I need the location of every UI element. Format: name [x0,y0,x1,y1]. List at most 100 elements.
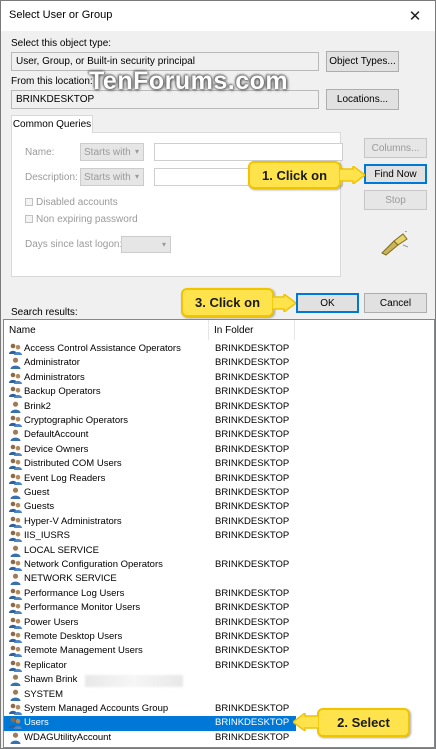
row-name: Distributed COM Users [24,458,122,470]
table-row[interactable]: Performance Log Users BRINKDESKTOP [4,587,296,601]
row-folder: BRINKDESKTOP [215,443,290,455]
name-query-input[interactable] [154,143,343,161]
row-folder: BRINKDESKTOP [215,472,290,484]
search-flashlight-icon [381,231,409,256]
find-now-button[interactable]: Find Now [364,164,427,184]
step2-callout: 2. Select [317,708,410,737]
locations-button[interactable]: Locations... [326,89,399,110]
table-row[interactable]: LOCAL SERVICE [4,544,296,558]
row-folder: BRINKDESKTOP [215,501,290,513]
row-name: Performance Log Users [24,587,125,599]
table-row[interactable]: IIS_IUSRS BRINKDESKTOP [4,529,296,543]
row-name: Backup Operators [24,386,101,398]
row-name: Cryptographic Operators [24,415,129,426]
row-folder: BRINKDESKTOP [215,487,290,498]
row-name: NETWORK SERVICE [24,573,117,585]
table-row[interactable]: Administrators BRINKDESKTOP [4,371,296,385]
group-icon [9,660,22,672]
row-folder: BRINKDESKTOP [215,659,290,671]
title-bar[interactable]: Select User or Group ✕ [1,1,435,31]
row-folder: BRINKDESKTOP [215,717,290,729]
columns-button[interactable]: Columns... [364,138,427,158]
table-row[interactable]: NETWORK SERVICE [4,572,296,586]
row-name: Network Configuration Operators [24,559,163,570]
user-icon [9,674,22,687]
table-row[interactable]: Event Log Readers BRINKDESKTOP [4,472,296,486]
group-icon [9,559,22,571]
user-icon [9,401,22,413]
row-name: Brink2 [24,400,51,412]
group-icon [9,631,22,643]
table-row[interactable]: Access Control Assistance Operators BRINK… [4,342,296,356]
row-name: Replicator [24,659,67,671]
column-header-in-folder[interactable]: In Folder [209,320,295,340]
window-title: Select User or Group [9,9,113,21]
description-query-label: Description: [25,172,78,183]
object-types-button[interactable]: Object Types... [326,51,399,72]
table-row[interactable]: Cryptographic Operators BRINKDESKTOP [4,414,296,428]
row-folder: BRINKDESKTOP [215,458,290,470]
name-match-select[interactable]: Starts with ▾ [80,143,144,161]
step1-callout: 1. Click on [248,161,341,189]
table-row[interactable]: SYSTEM [4,688,296,702]
non-expiring-password-checkbox[interactable] [25,215,33,223]
disabled-accounts-label: Disabled accounts [36,197,118,208]
step3-callout: 3. Click on [181,288,274,317]
description-match-value: Starts with [84,172,131,183]
table-row[interactable]: WDAGUtilityAccount BRINKDESKTOP [4,731,296,745]
name-match-value: Starts with [84,147,131,158]
disabled-accounts-checkbox[interactable] [25,198,33,206]
table-row[interactable]: Brink2 BRINKDESKTOP [4,400,296,414]
ok-button[interactable]: OK [296,293,359,313]
row-folder: BRINKDESKTOP [215,515,290,527]
table-row[interactable]: System Managed Accounts Group BRINKDESKTO… [4,702,296,716]
search-results-list[interactable]: Name In Folder Access Control Assistance… [3,319,435,748]
cancel-button[interactable]: Cancel [364,293,427,313]
user-icon [9,429,22,442]
row-name: IIS_IUSRS [24,530,70,542]
table-row[interactable]: Backup Operators BRINKDESKTOP [4,385,296,399]
stop-button[interactable]: Stop [364,190,427,210]
tab-common-queries[interactable]: Common Queries [11,115,93,133]
description-match-select[interactable]: Starts with ▾ [80,168,144,186]
close-icon[interactable]: ✕ [395,1,435,31]
name-query-label: Name: [25,147,55,158]
row-name: DefaultAccount [24,429,89,441]
row-folder: BRINKDESKTOP [215,587,290,599]
table-row[interactable]: Network Configuration Operators BRINKDESK… [4,558,296,572]
row-folder: BRINKDESKTOP [215,731,290,743]
row-name: Guests [24,501,55,513]
table-row[interactable]: Remote Management Users BRINKDESKTOP [4,644,296,658]
row-name: LOCAL SERVICE [24,544,99,556]
row-name: Hyper-V Administrators [24,515,122,527]
table-row[interactable]: Power Users BRINKDESKTOP [4,616,296,630]
table-row[interactable]: Distributed COM Users BRINKDESKTOP [4,457,296,471]
row-name: Performance Monitor Users [24,602,141,614]
table-row[interactable]: Users BRINKDESKTOP [4,716,296,731]
row-name: Users [24,717,49,729]
table-row[interactable]: Hyper-V Administrators BRINKDESKTOP [4,515,296,529]
table-row[interactable]: Performance Monitor Users BRINKDESKTOP [4,601,296,615]
object-type-field: User, Group, or Built-in security princi… [11,52,319,71]
table-row[interactable]: Administrator BRINKDESKTOP [4,356,296,370]
location-label: From this location: [11,76,93,87]
table-row[interactable]: Guest BRINKDESKTOP [4,486,296,500]
user-icon [9,545,22,557]
row-name: SYSTEM [24,688,64,700]
row-folder: BRINKDESKTOP [215,645,290,657]
days-since-logon-select[interactable]: ▾ [121,236,171,253]
group-icon [9,444,22,456]
group-icon [9,386,22,399]
table-row[interactable]: Remote Desktop Users BRINKDESKTOP [4,630,296,644]
table-row[interactable]: Guests BRINKDESKTOP [4,500,296,514]
row-name: Event Log Readers [24,472,106,484]
row-name: Administrators [24,371,85,383]
row-name: Device Owners [24,443,89,455]
table-row[interactable]: DefaultAccount BRINKDESKTOP [4,428,296,442]
table-row[interactable]: Device Owners BRINKDESKTOP [4,443,296,457]
row-folder: BRINKDESKTOP [215,559,290,570]
row-folder: BRINKDESKTOP [215,530,290,542]
table-row[interactable]: Replicator BRINKDESKTOP [4,659,296,673]
column-header-name[interactable]: Name [4,320,209,340]
group-icon [9,588,22,600]
